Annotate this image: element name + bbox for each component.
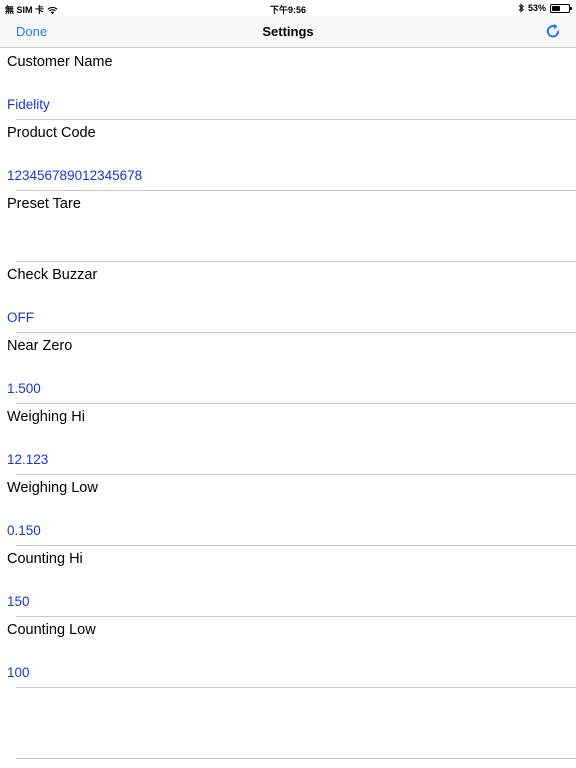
setting-label: Near Zero: [7, 338, 73, 354]
setting-label: Preset Tare: [7, 196, 81, 212]
setting-label: Product Code: [7, 125, 96, 141]
settings-row: Weighing Hi 12.123: [0, 404, 576, 475]
setting-value-field[interactable]: 123456789012345678: [7, 168, 142, 183]
page-title: Settings: [262, 24, 314, 39]
settings-row: Counting Low 100: [0, 617, 576, 688]
setting-label: Weighing Low: [7, 480, 98, 496]
setting-label: Check Buzzar: [7, 267, 98, 283]
settings-row: Customer Name Fidelity: [0, 49, 576, 120]
setting-value-field[interactable]: OFF: [7, 310, 34, 325]
refresh-button[interactable]: [544, 22, 562, 45]
setting-value-field[interactable]: 100: [7, 665, 30, 680]
setting-value-field[interactable]: 0.150: [7, 523, 41, 538]
battery-fill: [552, 5, 560, 11]
settings-row: Preset Tare: [0, 191, 576, 262]
navigation-bar: Done Settings: [0, 16, 576, 48]
settings-row: Counting Hi 150: [0, 546, 576, 617]
battery-percent: 53%: [527, 3, 546, 13]
setting-value-field[interactable]: 1.500: [7, 381, 41, 396]
setting-label: Weighing Hi: [7, 409, 85, 425]
settings-row: Near Zero 1.500: [0, 333, 576, 404]
status-time: 下午9:56: [269, 5, 306, 15]
row-divider: [16, 758, 576, 759]
settings-row: Product Code 123456789012345678: [0, 120, 576, 191]
battery-icon: [550, 3, 572, 13]
settings-row: Check Buzzar OFF: [0, 262, 576, 333]
settings-row: Weighing Low 0.150: [0, 475, 576, 546]
setting-value-field[interactable]: 12.123: [7, 452, 48, 467]
bluetooth-icon: [518, 3, 524, 13]
setting-label: Counting Hi: [7, 551, 83, 567]
setting-label: Counting Low: [7, 622, 96, 638]
setting-value-field[interactable]: 150: [7, 594, 30, 609]
status-right: 53%: [518, 3, 572, 13]
status-bar: 無 SIM 卡 下午9:56 53%: [0, 0, 576, 16]
empty-row: [0, 688, 576, 759]
setting-label: Customer Name: [7, 54, 113, 70]
refresh-icon: [544, 23, 562, 44]
settings-list: Customer Name Fidelity Product Code 1234567…: [0, 49, 576, 759]
setting-value-field[interactable]: Fidelity: [7, 97, 50, 112]
